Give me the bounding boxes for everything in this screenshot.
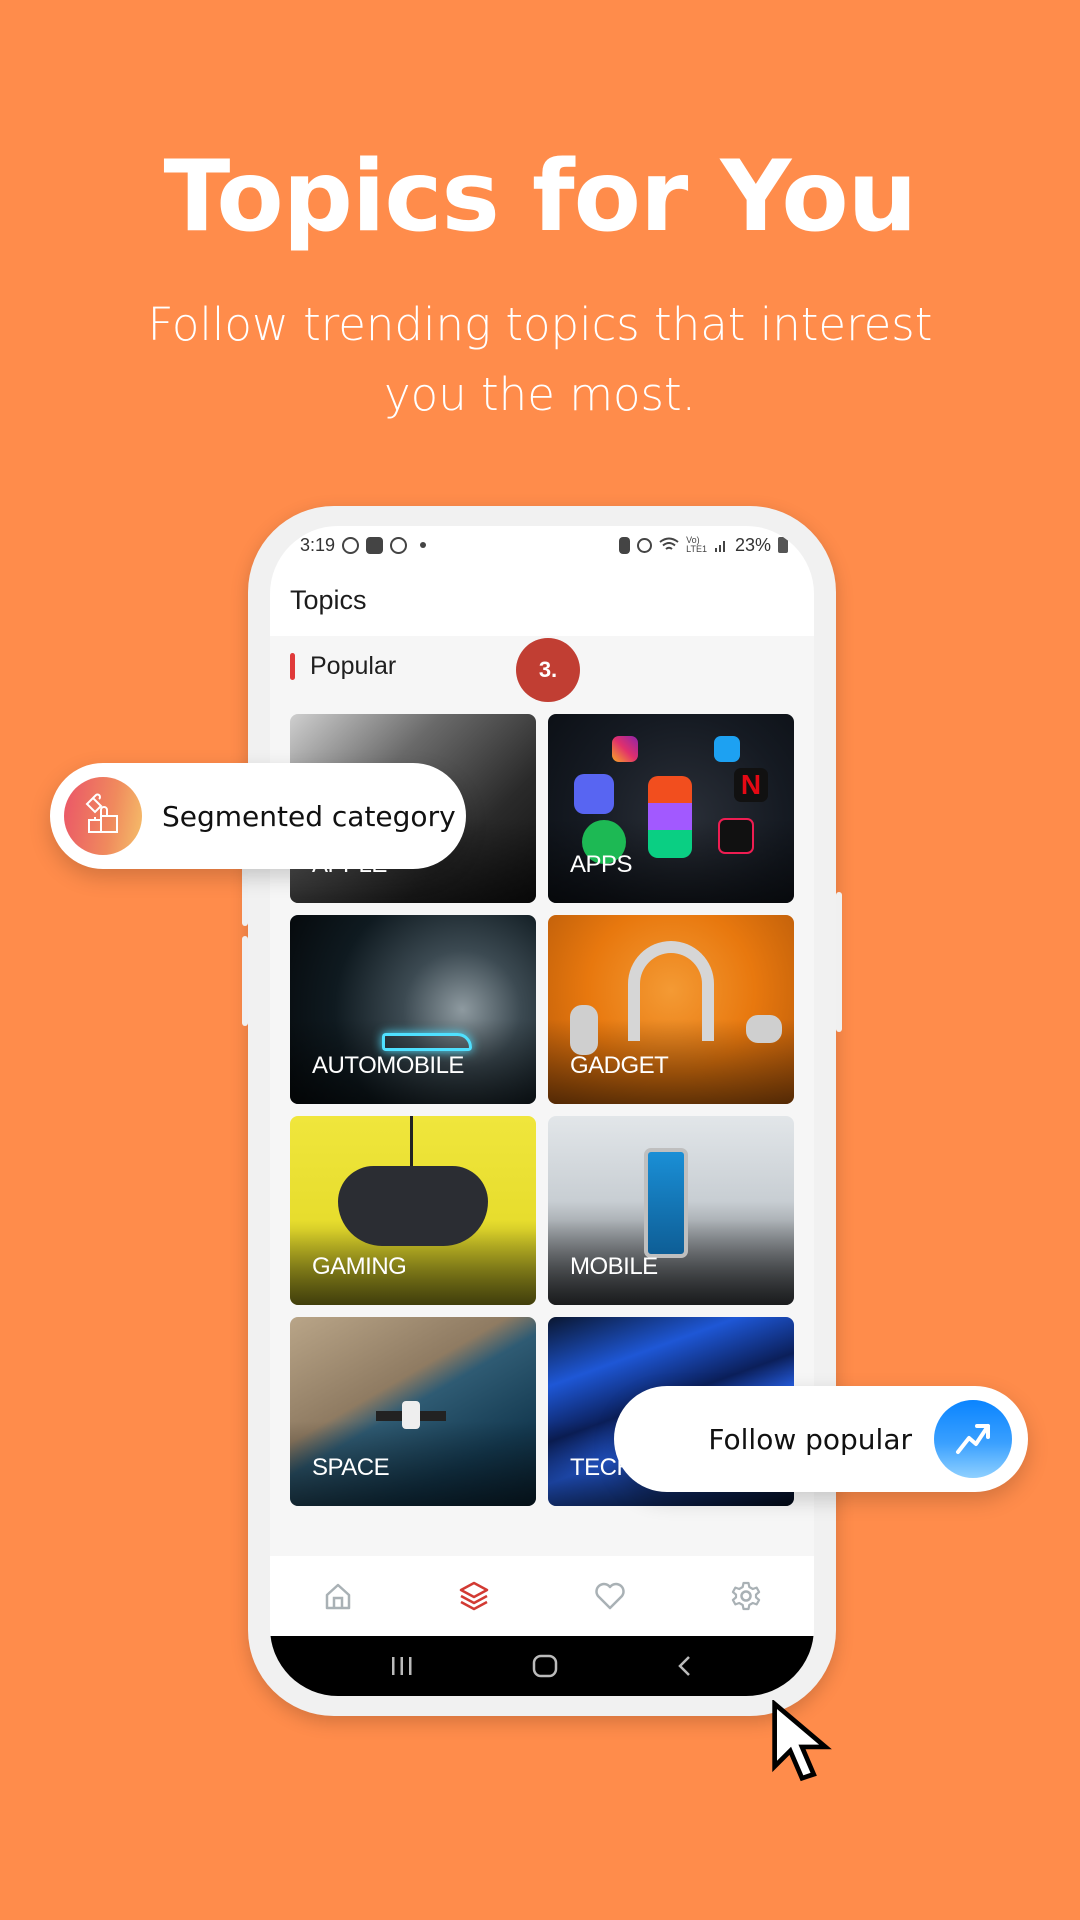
satellite-body-art [402,1401,420,1429]
nav-topics[interactable] [452,1574,496,1618]
controller-art [338,1166,488,1246]
topic-card-space[interactable]: SPACE [290,1317,536,1506]
section-title: Popular [310,652,397,680]
phone-mockup: 3:19 Vo) LTE1 23% Topics Popular 3. APPL… [242,506,842,1716]
topic-label: APPS [570,851,633,878]
signal-icon [714,541,725,552]
segmented-category-callout: Segmented category [50,763,466,869]
topic-label: GADGET [570,1052,669,1079]
topic-card-automobile[interactable]: AUTOMOBILE [290,915,536,1104]
battery-icon [778,537,788,553]
back-icon[interactable] [675,1654,695,1678]
topic-label: SPACE [312,1454,390,1481]
topic-label: GAMING [312,1253,407,1280]
section-header: Popular [290,652,396,681]
nav-favorites[interactable] [588,1574,632,1618]
gallery-icon [366,536,384,554]
instagram-logo-icon [612,736,638,762]
threads-icon [342,536,360,554]
heart-icon [595,1582,625,1610]
home-icon [325,1583,351,1610]
alarm-icon [637,537,653,553]
twitter-logo-icon [714,736,740,762]
system-navigation-bar [270,1636,814,1696]
notification-dot-icon [420,542,427,548]
topic-label: MOBILE [570,1253,658,1280]
follow-popular-callout: Follow popular [614,1386,1028,1492]
hero-subtitle: Follow trending topics that interest you… [147,298,933,421]
step-badge: 3. [516,638,580,702]
wifi-icon [659,537,679,550]
battery-percent: 23% [734,534,771,555]
phone-power-button [836,892,842,1032]
topic-card-mobile[interactable]: MOBILE [548,1116,794,1305]
gear-icon [731,1581,761,1611]
topic-card-apps[interactable]: N APPS [548,714,794,903]
figma-logo-icon [648,776,692,858]
earbuds-case-art [746,1015,782,1043]
status-bar: 3:19 Vo) LTE1 23% [270,526,814,564]
tiktok-logo-icon [718,818,754,854]
volte-lte-icon: Vo) LTE1 [686,535,707,554]
status-time: 3:19 [300,534,336,555]
topic-label: APPLE [312,851,387,878]
headlight-art [382,1033,472,1051]
bottom-navigation [270,1556,814,1636]
nav-settings[interactable] [724,1574,768,1618]
earbuds-case-art [570,1005,598,1055]
callout-label: Segmented category [162,799,456,833]
app-bar: Topics [270,564,814,636]
home-button-icon[interactable] [532,1654,558,1678]
phone-volume-button [242,866,248,926]
netflix-logo-icon: N [734,768,768,802]
phone-screen: 3:19 Vo) LTE1 23% Topics Popular 3. APPL… [270,526,814,1696]
topic-label: AUTOMOBILE [312,1052,464,1079]
recents-icon[interactable] [389,1655,415,1677]
discord-logo-icon [574,774,614,814]
controller-cable-art [410,1116,413,1166]
callout-label: Follow popular [708,1422,912,1456]
puzzle-icon [64,777,142,855]
smartphone-art [644,1148,688,1258]
headphones-art [628,941,714,1041]
phone-volume-button [242,936,248,1026]
hero-title: Topics for You [163,140,918,254]
trending-up-icon [934,1400,1012,1478]
page-title: Topics [290,584,367,615]
battery-saver-icon [619,536,631,554]
topic-card-gadget[interactable]: GADGET [548,915,794,1104]
nav-home[interactable] [316,1574,360,1618]
topic-card-gaming[interactable]: GAMING [290,1116,536,1305]
topic-label: TECH [570,1454,634,1481]
section-accent-bar [290,653,295,680]
layers-icon [459,1581,489,1611]
mouse-cursor-icon [772,1700,832,1782]
whatsapp-icon [390,536,408,554]
